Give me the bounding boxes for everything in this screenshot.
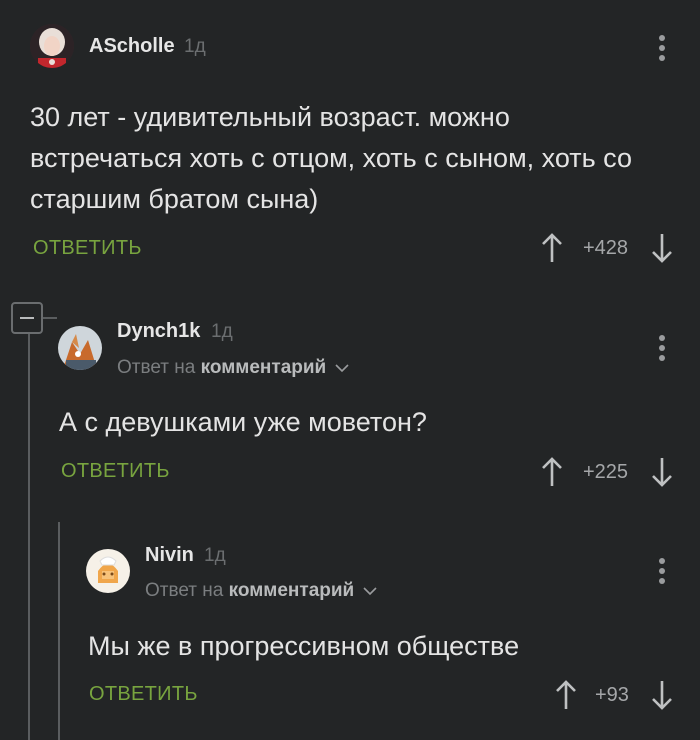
thread-line[interactable]: [58, 522, 60, 740]
thread-line[interactable]: [28, 334, 30, 740]
reply-to[interactable]: Ответ на комментарий: [117, 357, 349, 379]
timestamp: 1д: [184, 36, 206, 57]
more-icon[interactable]: [659, 335, 665, 365]
more-icon[interactable]: [659, 35, 665, 65]
comment-text: А с девушками уже моветон?: [59, 407, 427, 437]
upvote-icon[interactable]: [539, 456, 565, 488]
reply-button[interactable]: ОТВЕТИТЬ: [61, 460, 170, 483]
reply-to-prefix: Ответ на: [145, 580, 224, 601]
downvote-icon[interactable]: [649, 456, 675, 488]
thread-connector: [43, 317, 57, 319]
more-icon[interactable]: [659, 558, 665, 588]
reply-to-prefix: Ответ на: [117, 357, 196, 378]
reply-to[interactable]: Ответ на комментарий: [145, 580, 377, 602]
username[interactable]: AScholle: [89, 35, 175, 58]
timestamp: 1д: [204, 545, 226, 566]
reply-button[interactable]: ОТВЕТИТЬ: [33, 237, 142, 260]
avatar[interactable]: [58, 326, 102, 370]
rating: +225: [583, 461, 629, 483]
avatar[interactable]: [30, 24, 74, 68]
downvote-icon[interactable]: [649, 679, 675, 711]
reply-to-target[interactable]: комментарий: [229, 580, 355, 601]
avatar[interactable]: [86, 549, 130, 593]
rating: +93: [595, 684, 629, 706]
rating: +428: [583, 237, 629, 259]
username[interactable]: Nivin: [145, 544, 194, 567]
chevron-down-icon[interactable]: [334, 363, 349, 373]
comment-text: Мы же в прогрессивном обществе: [88, 631, 520, 661]
reply-button[interactable]: ОТВЕТИТЬ: [89, 683, 198, 706]
timestamp: 1д: [211, 321, 233, 342]
comment-text: 30 лет - удивительный возраст. можно вст…: [30, 102, 633, 214]
upvote-icon[interactable]: [539, 232, 565, 264]
downvote-icon[interactable]: [649, 232, 675, 264]
upvote-icon[interactable]: [553, 679, 579, 711]
username[interactable]: Dynch1k: [117, 320, 200, 343]
reply-to-target[interactable]: комментарий: [201, 357, 327, 378]
chevron-down-icon[interactable]: [362, 586, 377, 596]
collapse-icon[interactable]: [11, 302, 43, 334]
